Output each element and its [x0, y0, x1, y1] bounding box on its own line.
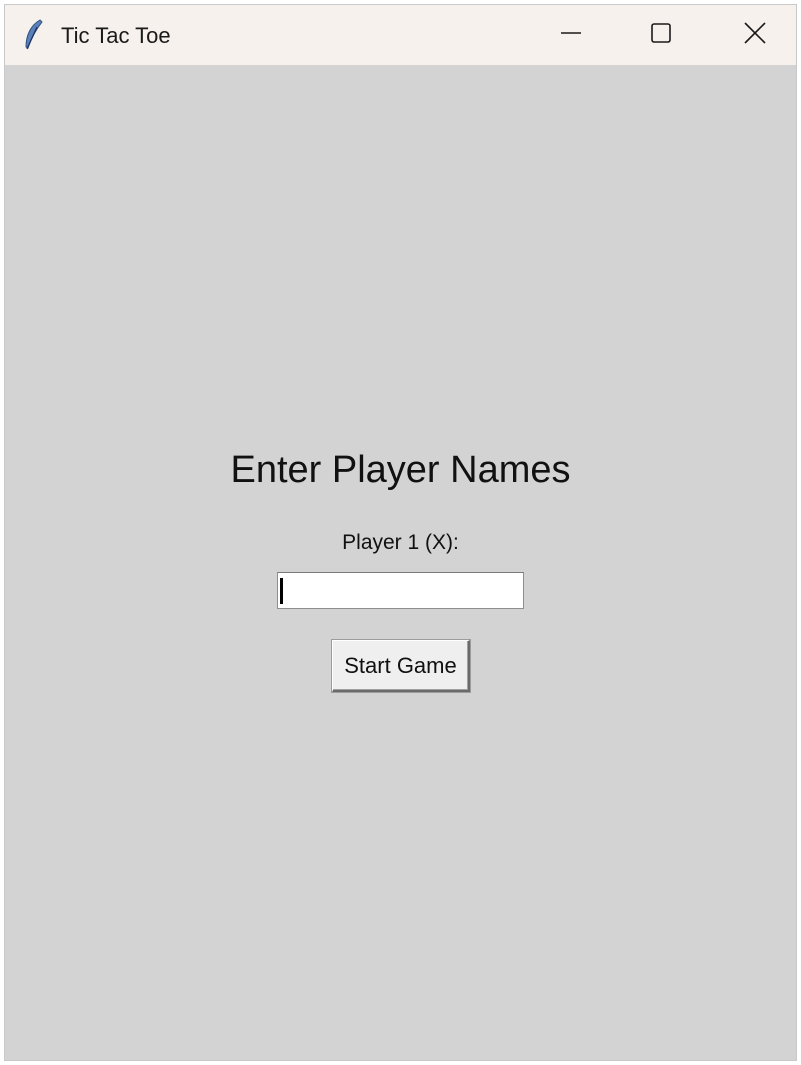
- text-caret: [280, 578, 283, 604]
- title-bar[interactable]: Tic Tac Toe: [5, 5, 796, 65]
- player-setup-panel: Enter Player Names Player 1 (X): Start G…: [5, 65, 796, 1060]
- app-window: Tic Tac Toe Enter Player Names Player 1 …: [4, 4, 797, 1061]
- minimize-button[interactable]: [548, 5, 594, 65]
- page-title: Enter Player Names: [230, 449, 571, 491]
- close-button[interactable]: [732, 5, 778, 65]
- player1-name-input[interactable]: [277, 572, 524, 609]
- minimize-icon: [560, 22, 582, 49]
- start-game-button[interactable]: Start Game: [332, 640, 470, 692]
- close-icon: [743, 21, 767, 50]
- maximize-icon: [650, 22, 672, 49]
- player1-label: Player 1 (X):: [342, 531, 459, 554]
- window-title: Tic Tac Toe: [61, 23, 171, 48]
- maximize-button[interactable]: [638, 5, 684, 65]
- feather-icon: [23, 19, 45, 51]
